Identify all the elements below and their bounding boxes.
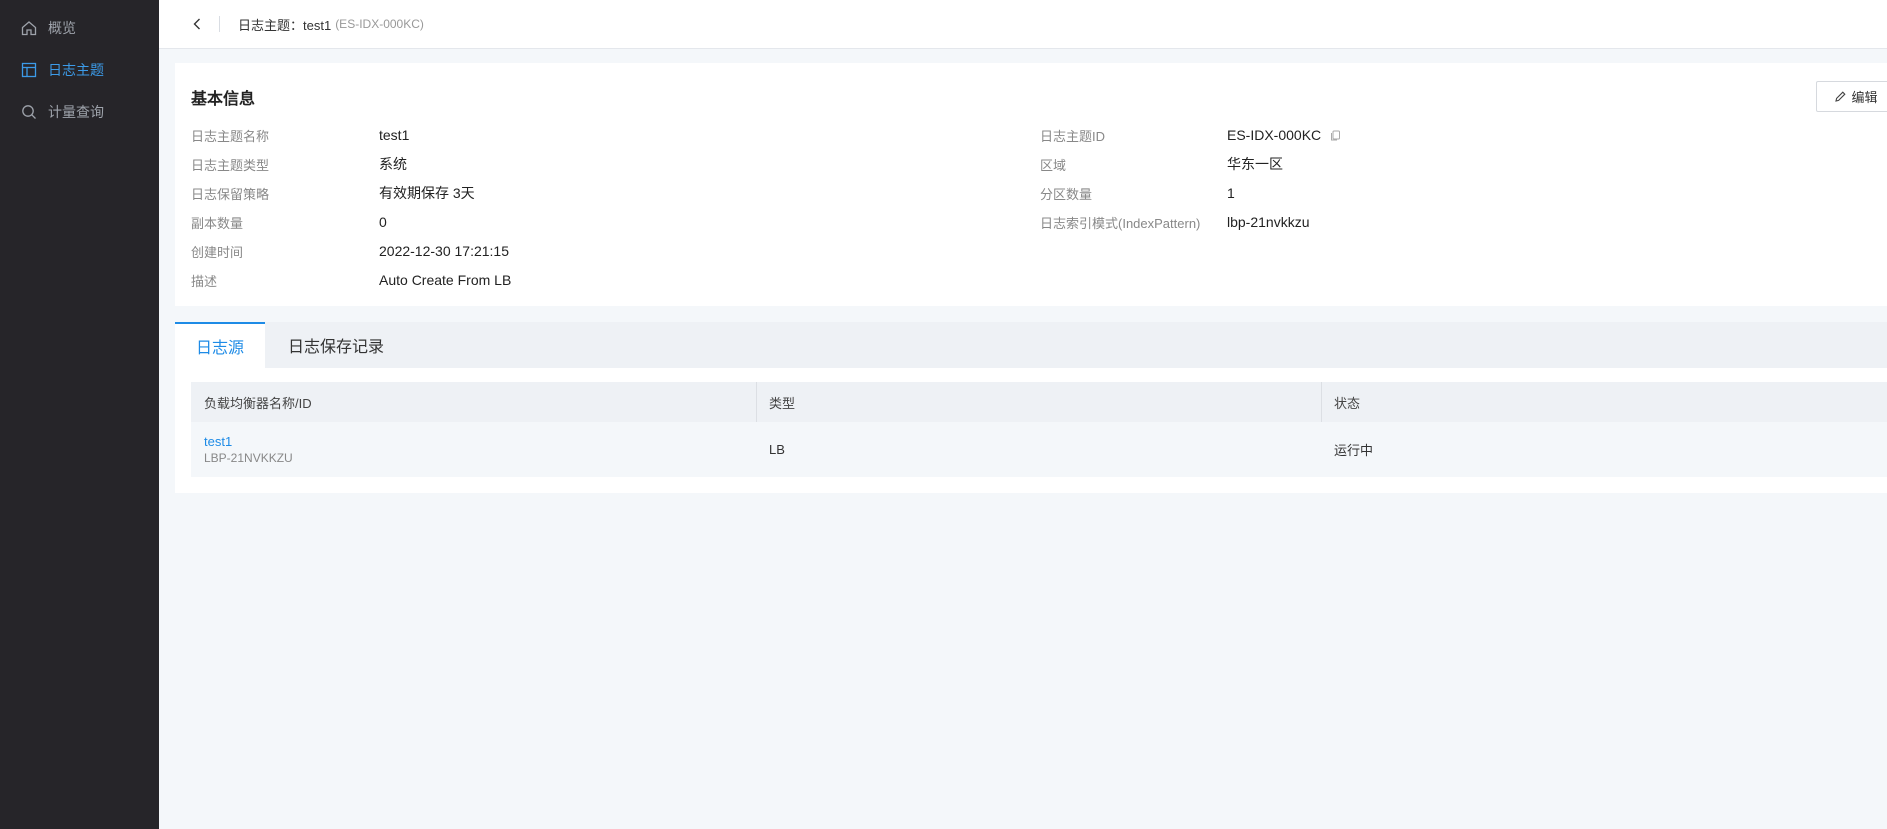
home-icon <box>20 19 38 37</box>
tab-label: 日志源 <box>195 340 244 357</box>
cell-name-id: test1 LBP-21NVKKZU <box>191 422 756 477</box>
tab-log-source[interactable]: 日志源 <box>175 322 265 368</box>
sidebar-item-metering-query[interactable]: 计量查询 <box>0 97 159 127</box>
copy-icon[interactable] <box>1329 129 1342 142</box>
info-label: 区域 <box>1040 157 1067 173</box>
chevron-left-icon <box>193 18 200 30</box>
lb-type: LB <box>769 442 785 457</box>
info-row-description: 描述 <box>191 270 217 290</box>
log-source-table: 负载均衡器名称/ID 类型 状态 test1 LBP-21NVKKZU LB 运… <box>191 382 1887 477</box>
info-value-created-time: 2022-12-30 17:21:15 <box>379 243 509 259</box>
topbar-divider <box>219 16 220 32</box>
cell-status: 运行中 <box>1321 422 1887 477</box>
sidebar-item-log-topic[interactable]: 日志主题 <box>0 55 159 85</box>
basic-info-card: 基本信息 编辑 日志主题名称 test1 日志主题类型 系统 日志保留策略 有效… <box>175 63 1887 306</box>
status-text: 运行中 <box>1334 443 1374 458</box>
info-value-region: 华东一区 <box>1227 156 1283 172</box>
topic-id-text: ES-IDX-000KC <box>1227 127 1322 143</box>
lb-name-link[interactable]: test1 <box>204 434 756 449</box>
search-icon <box>20 103 38 121</box>
info-value-topic-id: ES-IDX-000KC <box>1227 125 1342 145</box>
sidebar-item-overview[interactable]: 概览 <box>0 13 159 43</box>
sidebar-item-label: 概览 <box>48 20 76 36</box>
back-button[interactable] <box>179 9 215 39</box>
info-label: 分区数量 <box>1040 186 1093 202</box>
lb-id: LBP-21NVKKZU <box>204 451 293 465</box>
info-row-replicas: 副本数量 <box>191 212 243 232</box>
info-row-index-pattern: 日志索引模式(IndexPattern) <box>1040 212 1200 232</box>
info-row-partitions: 分区数量 <box>1040 183 1092 203</box>
info-row-topic-id: 日志主题ID <box>1040 125 1105 145</box>
info-label: 创建时间 <box>191 244 244 260</box>
basic-info-title: 基本信息 <box>191 91 256 108</box>
layout-icon <box>20 61 38 79</box>
edit-button-label: 编辑 <box>1851 90 1878 105</box>
info-row-created-time: 创建时间 <box>191 241 243 261</box>
table-header: 负载均衡器名称/ID 类型 状态 <box>191 382 1887 422</box>
info-value-index-pattern: lbp-21nvkkzu <box>1227 214 1310 230</box>
sidebar: 概览 日志主题 计量查询 <box>0 0 159 829</box>
info-row-region: 区域 <box>1040 154 1066 174</box>
info-label: 日志索引模式(IndexPattern) <box>1040 215 1201 231</box>
info-value-topic-name: test1 <box>379 127 410 143</box>
column-header-status: 状态 <box>1334 395 1361 411</box>
info-value-replicas: 0 <box>379 214 387 230</box>
info-label: 副本数量 <box>191 215 244 231</box>
info-value-partitions: 1 <box>1227 185 1235 201</box>
page-title: 日志主题：test1 <box>238 17 332 33</box>
page-title-id: (ES-IDX-000KC) <box>335 17 424 31</box>
sidebar-item-label: 日志主题 <box>48 62 104 78</box>
sidebar-item-label: 计量查询 <box>48 104 104 120</box>
info-label: 日志主题类型 <box>191 157 270 173</box>
tab-label: 日志保存记录 <box>287 339 384 356</box>
info-value-topic-type: 系统 <box>379 156 407 172</box>
tabs-bar: 日志源 日志保存记录 <box>175 322 1887 368</box>
cell-type: LB <box>756 422 1321 477</box>
log-source-panel: 负载均衡器名称/ID 类型 状态 test1 LBP-21NVKKZU LB 运… <box>175 368 1887 493</box>
info-value-retention: 有效期保存 3天 <box>379 185 475 201</box>
table-row: test1 LBP-21NVKKZU LB 运行中 <box>191 422 1887 477</box>
column-header-name: 负载均衡器名称/ID <box>204 395 312 411</box>
info-row-topic-name: 日志主题名称 <box>191 125 269 145</box>
tab-log-retention-records[interactable]: 日志保存记录 <box>265 322 407 368</box>
info-value-description: Auto Create From LB <box>379 272 512 288</box>
info-row-topic-type: 日志主题类型 <box>191 154 269 174</box>
column-header-type: 类型 <box>769 395 796 411</box>
info-label: 日志保留策略 <box>191 186 270 202</box>
edit-button[interactable]: 编辑 <box>1816 81 1887 112</box>
info-label: 描述 <box>191 273 218 289</box>
topbar: 日志主题：test1 (ES-IDX-000KC) <box>159 0 1887 49</box>
info-label: 日志主题名称 <box>191 128 270 144</box>
info-row-retention: 日志保留策略 <box>191 183 269 203</box>
info-label: 日志主题ID <box>1040 128 1106 144</box>
pencil-icon <box>1835 91 1847 102</box>
